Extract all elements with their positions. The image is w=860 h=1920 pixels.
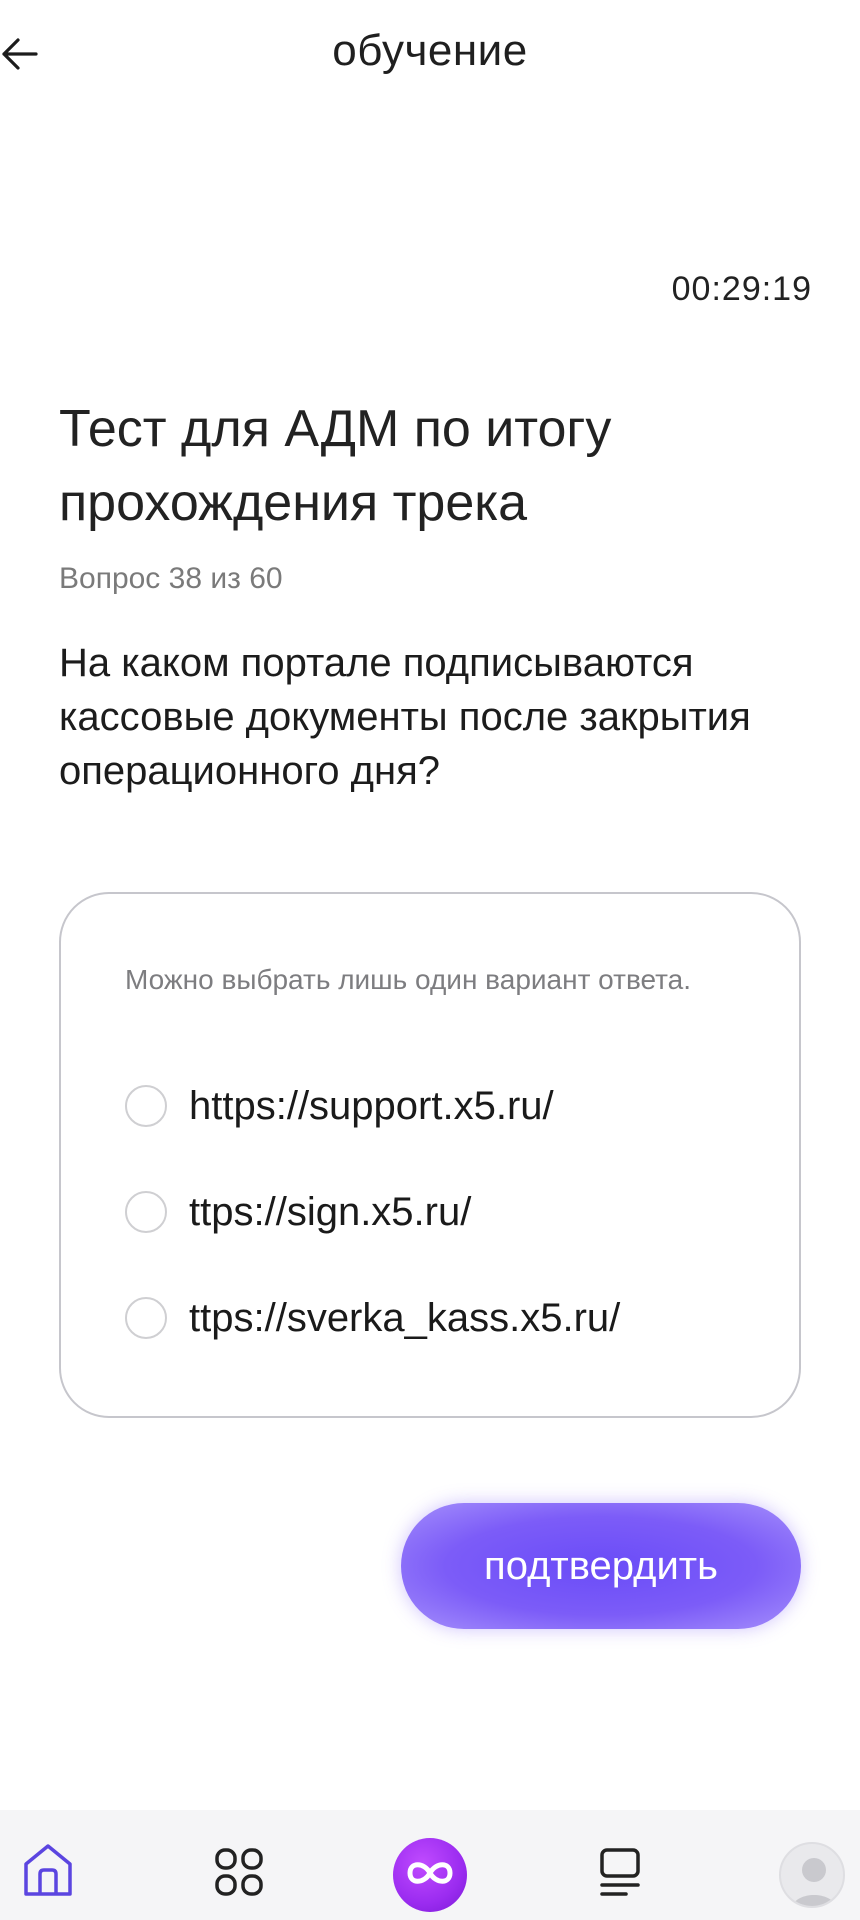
timer: 00:29:19 bbox=[671, 270, 812, 308]
profile-avatar[interactable] bbox=[779, 1842, 845, 1908]
answers-card: Можно выбрать лишь один вариант ответа. … bbox=[59, 892, 801, 1418]
nav-home[interactable] bbox=[13, 1838, 83, 1920]
page-title: обучение bbox=[332, 26, 528, 75]
home-icon bbox=[20, 1838, 76, 1920]
answer-option-2[interactable]: ttps://sign.x5.ru/ bbox=[125, 1184, 471, 1240]
question-text: На каком портале подписываются кассовые … bbox=[59, 641, 751, 793]
option-label: https://support.x5.ru/ bbox=[189, 1083, 554, 1128]
option-label: ttps://sverka_kass.x5.ru/ bbox=[189, 1295, 621, 1340]
test-title: Тест для АДМ по итогу прохождения трека bbox=[59, 400, 612, 532]
answer-option-3[interactable]: ttps://sverka_kass.x5.ru/ bbox=[125, 1290, 620, 1346]
radio-button[interactable] bbox=[125, 1085, 167, 1127]
radio-button[interactable] bbox=[125, 1191, 167, 1233]
answer-hint: Можно выбрать лишь один вариант ответа. bbox=[125, 964, 692, 995]
bottom-nav bbox=[0, 1810, 860, 1920]
answer-option-1[interactable]: https://support.x5.ru/ bbox=[125, 1078, 554, 1134]
header: обучение bbox=[0, 0, 860, 110]
list-icon bbox=[592, 1838, 648, 1920]
infinity-icon bbox=[404, 1858, 456, 1893]
training-screen: обучение 00:29:19 Тест для АДМ по итогу … bbox=[0, 0, 860, 1920]
avatar-placeholder-icon bbox=[792, 1858, 836, 1906]
apps-grid-icon bbox=[211, 1838, 267, 1920]
question-counter: Вопрос 38 из 60 bbox=[59, 562, 283, 595]
nav-center[interactable] bbox=[393, 1838, 467, 1912]
nav-apps[interactable] bbox=[204, 1838, 274, 1920]
nav-list[interactable] bbox=[585, 1838, 655, 1920]
radio-button[interactable] bbox=[125, 1297, 167, 1339]
option-label: ttps://sign.x5.ru/ bbox=[189, 1189, 472, 1234]
confirm-button[interactable]: подтвердить bbox=[401, 1503, 801, 1629]
